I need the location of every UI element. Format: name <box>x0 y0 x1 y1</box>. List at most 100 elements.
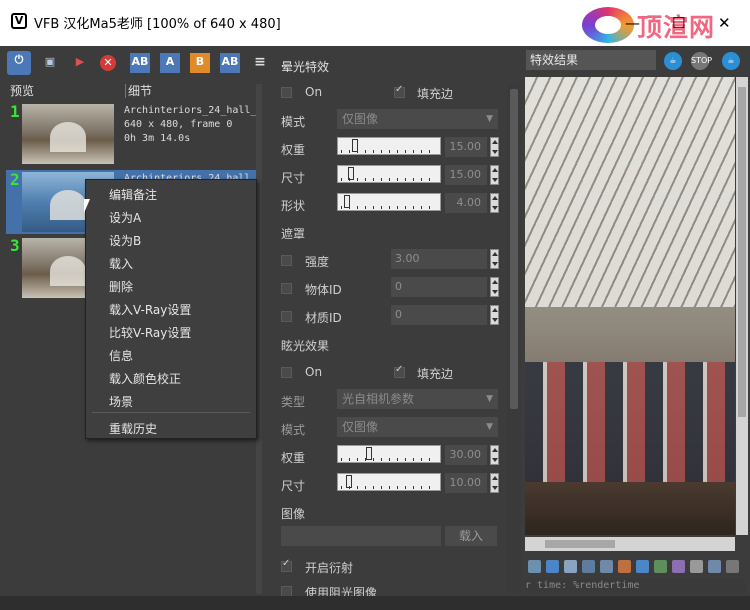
glare-weight-slider[interactable] <box>337 445 441 463</box>
render-teapot-icon[interactable]: ☕ <box>664 52 682 70</box>
glare-size-spinner[interactable] <box>490 473 499 493</box>
glare-mode-value: 仅图像 <box>342 420 379 434</box>
mask-section-title: 遮罩 <box>281 227 306 241</box>
slider-ticks <box>341 486 437 489</box>
bloom-fill-edges-label: 填充边 <box>417 87 454 101</box>
menu-edit-note[interactable]: 编辑备注 <box>109 186 157 203</box>
mask-mtlid-checkbox[interactable] <box>281 311 292 322</box>
menu-set-b[interactable]: 设为B <box>109 232 141 249</box>
glare-size-value[interactable]: 10.00 <box>445 473 487 493</box>
menu-delete[interactable]: 删除 <box>109 278 133 295</box>
image-icon[interactable] <box>528 560 541 573</box>
menu-compare-vray-settings[interactable]: 比较V-Ray设置 <box>109 324 191 341</box>
compare-ab-icon[interactable]: AB <box>130 53 150 73</box>
bloom-fill-edges-checkbox[interactable] <box>394 84 405 98</box>
settings-scrollbar[interactable] <box>507 84 521 594</box>
chevron-down-icon: ▼ <box>486 394 493 404</box>
mask-intensity-value[interactable]: 3.00 <box>391 249 487 269</box>
history-resolution: 640 x 480, frame 0 <box>124 119 233 130</box>
glare-size-slider[interactable] <box>337 473 441 491</box>
menu-reload-history[interactable]: 重载历史 <box>109 420 157 437</box>
mask-mtlid-spinner[interactable] <box>490 305 499 325</box>
chevron-down-icon: ▼ <box>486 422 493 432</box>
close-button[interactable]: ✕ <box>718 14 731 32</box>
delete-icon[interactable]: ✕ <box>100 55 116 71</box>
render-vertical-scrollbar[interactable] <box>736 77 748 535</box>
bloom-on-checkbox[interactable] <box>281 87 292 98</box>
bloom-size-value[interactable]: 15.00 <box>445 165 487 185</box>
scrollbar-thumb[interactable] <box>738 87 746 417</box>
glare-fill-edges-checkbox[interactable] <box>394 364 405 378</box>
compare-icon[interactable] <box>708 560 721 573</box>
bloom-mode-select[interactable]: 仅图像 ▼ <box>337 109 498 129</box>
menu-load-vray-settings[interactable]: 载入V-Ray设置 <box>109 301 191 318</box>
render-wall <box>525 362 735 482</box>
minimize-button[interactable]: — <box>625 14 640 32</box>
scrollbar-thumb[interactable] <box>545 540 615 548</box>
bloom-weight-value[interactable]: 15.00 <box>445 137 487 157</box>
render-horizontal-scrollbar[interactable] <box>525 537 735 551</box>
bloom-weight-spinner[interactable] <box>490 137 499 157</box>
history-column-header: 预览 细节 <box>6 84 256 100</box>
mask-mtlid-value[interactable]: 0 <box>391 305 487 325</box>
slider-ticks <box>341 458 437 461</box>
render-region-icon[interactable]: ☕ <box>722 52 740 70</box>
menu-scene[interactable]: 场景 <box>109 393 133 410</box>
glare-on-checkbox[interactable] <box>281 367 292 378</box>
bloom-shape-slider[interactable] <box>337 193 441 211</box>
glare-image-load-button[interactable]: 载入 <box>445 526 497 546</box>
refresh-icon[interactable] <box>726 560 739 573</box>
exposure-icon[interactable] <box>636 560 649 573</box>
bloom-weight-slider[interactable] <box>337 137 441 155</box>
menu-load[interactable]: 载入 <box>109 255 133 272</box>
menu-info[interactable]: 信息 <box>109 347 133 364</box>
column-preview[interactable]: 预览 <box>10 84 34 98</box>
column-details[interactable]: 细节 <box>128 84 152 98</box>
layers-icon[interactable] <box>546 560 559 573</box>
bloom-shape-spinner[interactable] <box>490 193 499 213</box>
history-row[interactable]: 1 Archinteriors_24_hall_ 640 x 480, fram… <box>6 102 256 166</box>
maximize-button[interactable]: ☐ <box>672 14 685 32</box>
settings-icon[interactable] <box>690 560 703 573</box>
filter-icon[interactable] <box>672 560 685 573</box>
color-icon[interactable] <box>564 560 577 573</box>
bloom-size-slider[interactable] <box>337 165 441 183</box>
save-icon[interactable]: ▣ <box>40 53 60 73</box>
glare-image-path-field[interactable] <box>281 526 441 546</box>
load-icon[interactable]: ▶ <box>70 53 90 73</box>
render-preview-image[interactable] <box>525 77 735 535</box>
menu-icon[interactable]: ≡ <box>250 53 270 73</box>
glare-weight-value[interactable]: 30.00 <box>445 445 487 465</box>
menu-set-a[interactable]: 设为A <box>109 209 141 226</box>
stop-icon[interactable]: STOP <box>691 52 712 70</box>
bloom-size-label: 尺寸 <box>281 171 306 185</box>
mask-objid-value[interactable]: 0 <box>391 277 487 297</box>
bloom-shape-label: 形状 <box>281 199 306 213</box>
mask-intensity-checkbox[interactable] <box>281 255 292 266</box>
set-b-icon[interactable]: B <box>190 53 210 73</box>
curve-icon[interactable] <box>618 560 631 573</box>
glare-section-title: 眩光效果 <box>281 339 330 353</box>
status-text: r time: %rendertime <box>525 580 640 591</box>
scrollbar-thumb[interactable] <box>510 89 518 409</box>
menu-load-color-correction[interactable]: 载入颜色校正 <box>109 370 181 387</box>
glare-mode-select[interactable]: 仅图像 ▼ <box>337 417 498 437</box>
history-number: 3 <box>10 236 20 255</box>
mask-intensity-spinner[interactable] <box>490 249 499 269</box>
bloom-shape-value[interactable]: 4.00 <box>445 193 487 213</box>
ab-swap-icon[interactable]: AB <box>220 53 240 73</box>
chart-icon[interactable] <box>654 560 667 573</box>
power-icon[interactable]: ⏻ <box>7 51 31 75</box>
lens-icon[interactable] <box>582 560 595 573</box>
render-roof <box>525 77 735 307</box>
glare-type-select[interactable]: 光自相机参数 ▼ <box>337 389 498 409</box>
histogram-icon[interactable] <box>600 560 613 573</box>
bloom-size-spinner[interactable] <box>490 165 499 185</box>
glare-weight-spinner[interactable] <box>490 445 499 465</box>
mask-objid-checkbox[interactable] <box>281 283 292 294</box>
window-titlebar: V VFB 汉化Ma5老师 [100% of 640 x 480] 顶渲网 — … <box>0 0 750 46</box>
mask-objid-spinner[interactable] <box>490 277 499 297</box>
diffraction-checkbox[interactable] <box>281 558 292 572</box>
set-a-icon[interactable]: A <box>160 53 180 73</box>
history-thumbnail <box>22 104 114 164</box>
